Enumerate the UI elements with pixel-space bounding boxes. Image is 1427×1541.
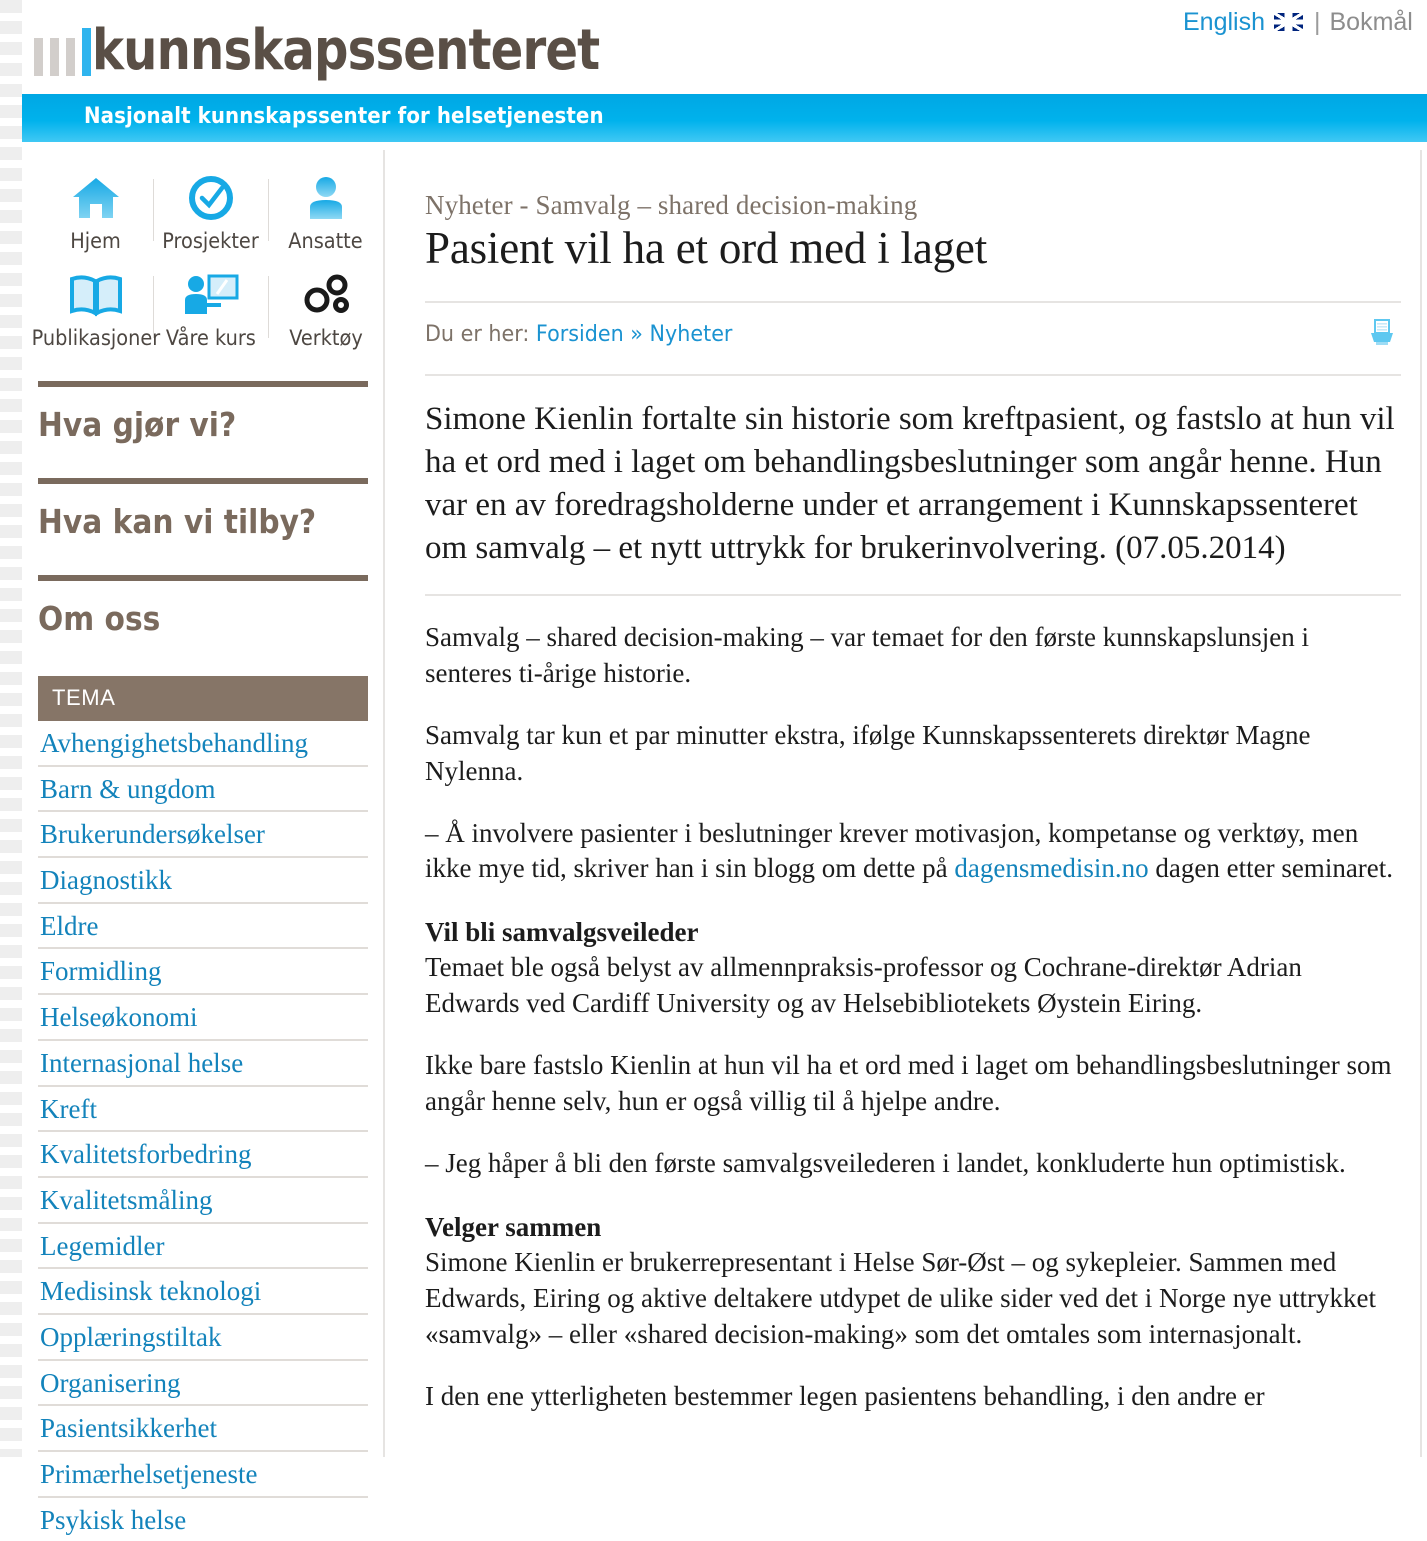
tema-link[interactable]: Pasientsikkerhet bbox=[38, 1406, 368, 1450]
article-subheading: Vil bli samvalgsveileder bbox=[425, 917, 699, 948]
tema-link[interactable]: Kreft bbox=[38, 1087, 368, 1131]
list-item: Formidling bbox=[38, 949, 368, 996]
body-rule bbox=[425, 593, 1401, 596]
sidebar-icon-ansatte[interactable]: Ansatte bbox=[268, 165, 383, 262]
list-item: Kreft bbox=[38, 1087, 368, 1133]
list-item: Primærhelsetjeneste bbox=[38, 1452, 368, 1498]
article-paragraph: Simone Kienlin er brukerrepresentant i H… bbox=[425, 1246, 1376, 1349]
sidebar-icon-label: Hjem bbox=[70, 229, 121, 253]
tema-link[interactable]: Primærhelsetjeneste bbox=[38, 1452, 368, 1496]
article-subheading: Velger sammen bbox=[425, 1211, 602, 1242]
sidebar-icon-hjem[interactable]: Hjem bbox=[38, 165, 153, 262]
tema-link[interactable]: Kvalitetsmåling bbox=[38, 1178, 368, 1222]
home-icon bbox=[68, 171, 124, 225]
sidebar-divider bbox=[383, 150, 385, 1457]
tema-link[interactable]: Medisinsk teknologi bbox=[38, 1269, 368, 1313]
tema-link[interactable]: Opplæringstiltak bbox=[38, 1315, 368, 1359]
tagline-text: Nasjonalt kunnskapssenter for helsetjene… bbox=[84, 104, 604, 129]
sidebar-section-label: Hva gjør vi? bbox=[38, 405, 237, 444]
list-item: Pasientsikkerhet bbox=[38, 1406, 368, 1452]
tema-link[interactable]: Eldre bbox=[38, 904, 368, 948]
sidebar-icon-label: Publikasjoner bbox=[31, 326, 160, 350]
tema-link[interactable]: Brukerundersøkelser bbox=[38, 812, 368, 856]
list-item: Medisinsk teknologi bbox=[38, 1269, 368, 1315]
sidebar-icon-publikasjoner[interactable]: Publikasjoner bbox=[31, 262, 160, 359]
paragraph-text-after: dagen etter seminaret. bbox=[1148, 853, 1394, 884]
right-rail-divider bbox=[1420, 150, 1422, 1457]
list-item: Diagnostikk bbox=[38, 858, 368, 904]
sidebar: Hjem Prosjekter Ansatte Publikasjoner Vå… bbox=[22, 142, 384, 1534]
breadcrumb-prefix: Du er her: bbox=[425, 322, 530, 348]
sidebar-icon-label: Verktøy bbox=[288, 326, 363, 350]
list-item: Internasjonal helse bbox=[38, 1041, 368, 1087]
columns-wrapper: Hjem Prosjekter Ansatte Publikasjoner Vå… bbox=[22, 142, 1427, 1534]
list-item: Brukerundersøkelser bbox=[38, 812, 368, 859]
sidebar-icon-label: Prosjekter bbox=[162, 229, 259, 253]
left-stripe-decoration bbox=[0, 0, 22, 1457]
list-item: Legemidler bbox=[38, 1224, 368, 1270]
article-paragraph: I den ene ytterligheten bestemmer legen … bbox=[425, 1380, 1265, 1411]
tema-link[interactable]: Barn & ungdom bbox=[38, 767, 368, 811]
article-paragraph: – Å involvere pasienter i beslutninger k… bbox=[425, 816, 1401, 888]
tema-link[interactable]: Organisering bbox=[38, 1361, 368, 1405]
sidebar-section-hva-kan-vi-tilby[interactable]: Hva kan vi tilby? bbox=[38, 478, 368, 575]
breadcrumb-row: Du er her: Forsiden » Nyheter bbox=[425, 303, 1401, 358]
sidebar-section-label: Hva kan vi tilby? bbox=[38, 502, 317, 541]
list-item: Barn & ungdom bbox=[38, 767, 368, 813]
breadcrumb-link-forsiden[interactable]: Forsiden bbox=[536, 322, 624, 347]
tema-list: Avhengighetsbehandling Barn & ungdom Bru… bbox=[38, 721, 368, 1541]
tema-link[interactable]: Kvalitetsforbedring bbox=[38, 1132, 368, 1176]
tagline-band: Nasjonalt kunnskapssenter for helsetjene… bbox=[22, 94, 1427, 142]
list-item: Eldre bbox=[38, 904, 368, 950]
sidebar-icon-verktoy[interactable]: Verktøy bbox=[268, 262, 383, 359]
list-item: Avhengighetsbehandling bbox=[38, 721, 368, 767]
article-paragraph: Temaet ble også belyst av allmennpraksis… bbox=[425, 952, 1302, 1019]
breadcrumb-link-nyheter[interactable]: Nyheter bbox=[650, 322, 733, 347]
sidebar-icon-vaare-kurs[interactable]: Våre kurs bbox=[153, 262, 268, 359]
tema-link[interactable]: Helseøkonomi bbox=[38, 995, 368, 1039]
breadcrumb-arrow: » bbox=[630, 322, 643, 348]
article-paragraph: – Jeg håper å bli den første samvalgsvei… bbox=[425, 1148, 1346, 1179]
sidebar-icon-label: Ansatte bbox=[288, 229, 363, 253]
sidebar-icon-prosjekter[interactable]: Prosjekter bbox=[153, 165, 268, 262]
article-main: Nyheter - Samvalg – shared decision-maki… bbox=[403, 142, 1423, 1457]
tema-link[interactable]: Formidling bbox=[38, 949, 368, 993]
tema-link[interactable]: Diagnostikk bbox=[38, 858, 368, 902]
article-paragraph: Ikke bare fastslo Kienlin at hun vil ha … bbox=[425, 1050, 1392, 1117]
article-paragraph: Samvalg tar kun et par minutter ekstra, … bbox=[425, 719, 1311, 786]
sidebar-section-om-oss[interactable]: Om oss bbox=[38, 575, 368, 672]
breadcrumb: Du er her: Forsiden » Nyheter bbox=[425, 322, 732, 347]
list-item: Opplæringstiltak bbox=[38, 1315, 368, 1361]
tema-link[interactable]: Avhengighetsbehandling bbox=[38, 721, 368, 765]
tema-heading: TEMA bbox=[38, 676, 368, 721]
article-lead: Simone Kienlin fortalte sin historie som… bbox=[425, 401, 1395, 567]
external-link-dagensmedisin[interactable]: dagensmedisin.no bbox=[954, 853, 1148, 883]
sidebar-icon-label: Våre kurs bbox=[165, 326, 256, 350]
tema-link[interactable]: Psykisk helse bbox=[38, 1498, 368, 1541]
person-icon bbox=[298, 171, 354, 225]
right-rail: Sik inn bla bes Del sid Sa ov Ar ln as o… bbox=[1423, 142, 1427, 1457]
logo-wordmark: kunnskapssenteret bbox=[92, 18, 600, 83]
list-item: Psykisk helse bbox=[38, 1498, 368, 1541]
open-book-icon bbox=[68, 268, 124, 322]
tema-link[interactable]: Internasjonal helse bbox=[38, 1041, 368, 1085]
clock-check-icon bbox=[183, 171, 239, 225]
list-item: Kvalitetsforbedring bbox=[38, 1132, 368, 1178]
list-item: Kvalitetsmåling bbox=[38, 1178, 368, 1224]
printer-icon[interactable] bbox=[1367, 317, 1401, 352]
page-root: English | Bokmål kunnskapssenteret Nasjo… bbox=[0, 0, 1427, 1534]
article-kicker: Nyheter - Samvalg – shared decision-maki… bbox=[425, 190, 918, 220]
presenter-icon bbox=[183, 268, 239, 322]
sidebar-section-hva-gjor-vi[interactable]: Hva gjør vi? bbox=[38, 381, 368, 478]
article-paragraph: Samvalg – shared decision-making – var t… bbox=[425, 621, 1310, 688]
sidebar-section-label: Om oss bbox=[38, 599, 161, 638]
icon-navigation: Hjem Prosjekter Ansatte Publikasjoner Vå… bbox=[31, 165, 384, 359]
gears-icon bbox=[298, 268, 354, 322]
list-item: Organisering bbox=[38, 1361, 368, 1407]
page-title: Pasient vil ha et ord med i laget bbox=[425, 223, 988, 273]
list-item: Helseøkonomi bbox=[38, 995, 368, 1041]
tema-link[interactable]: Legemidler bbox=[38, 1224, 368, 1268]
site-logo[interactable]: kunnskapssenteret bbox=[22, 10, 1427, 88]
logo-bars-icon bbox=[34, 28, 94, 76]
